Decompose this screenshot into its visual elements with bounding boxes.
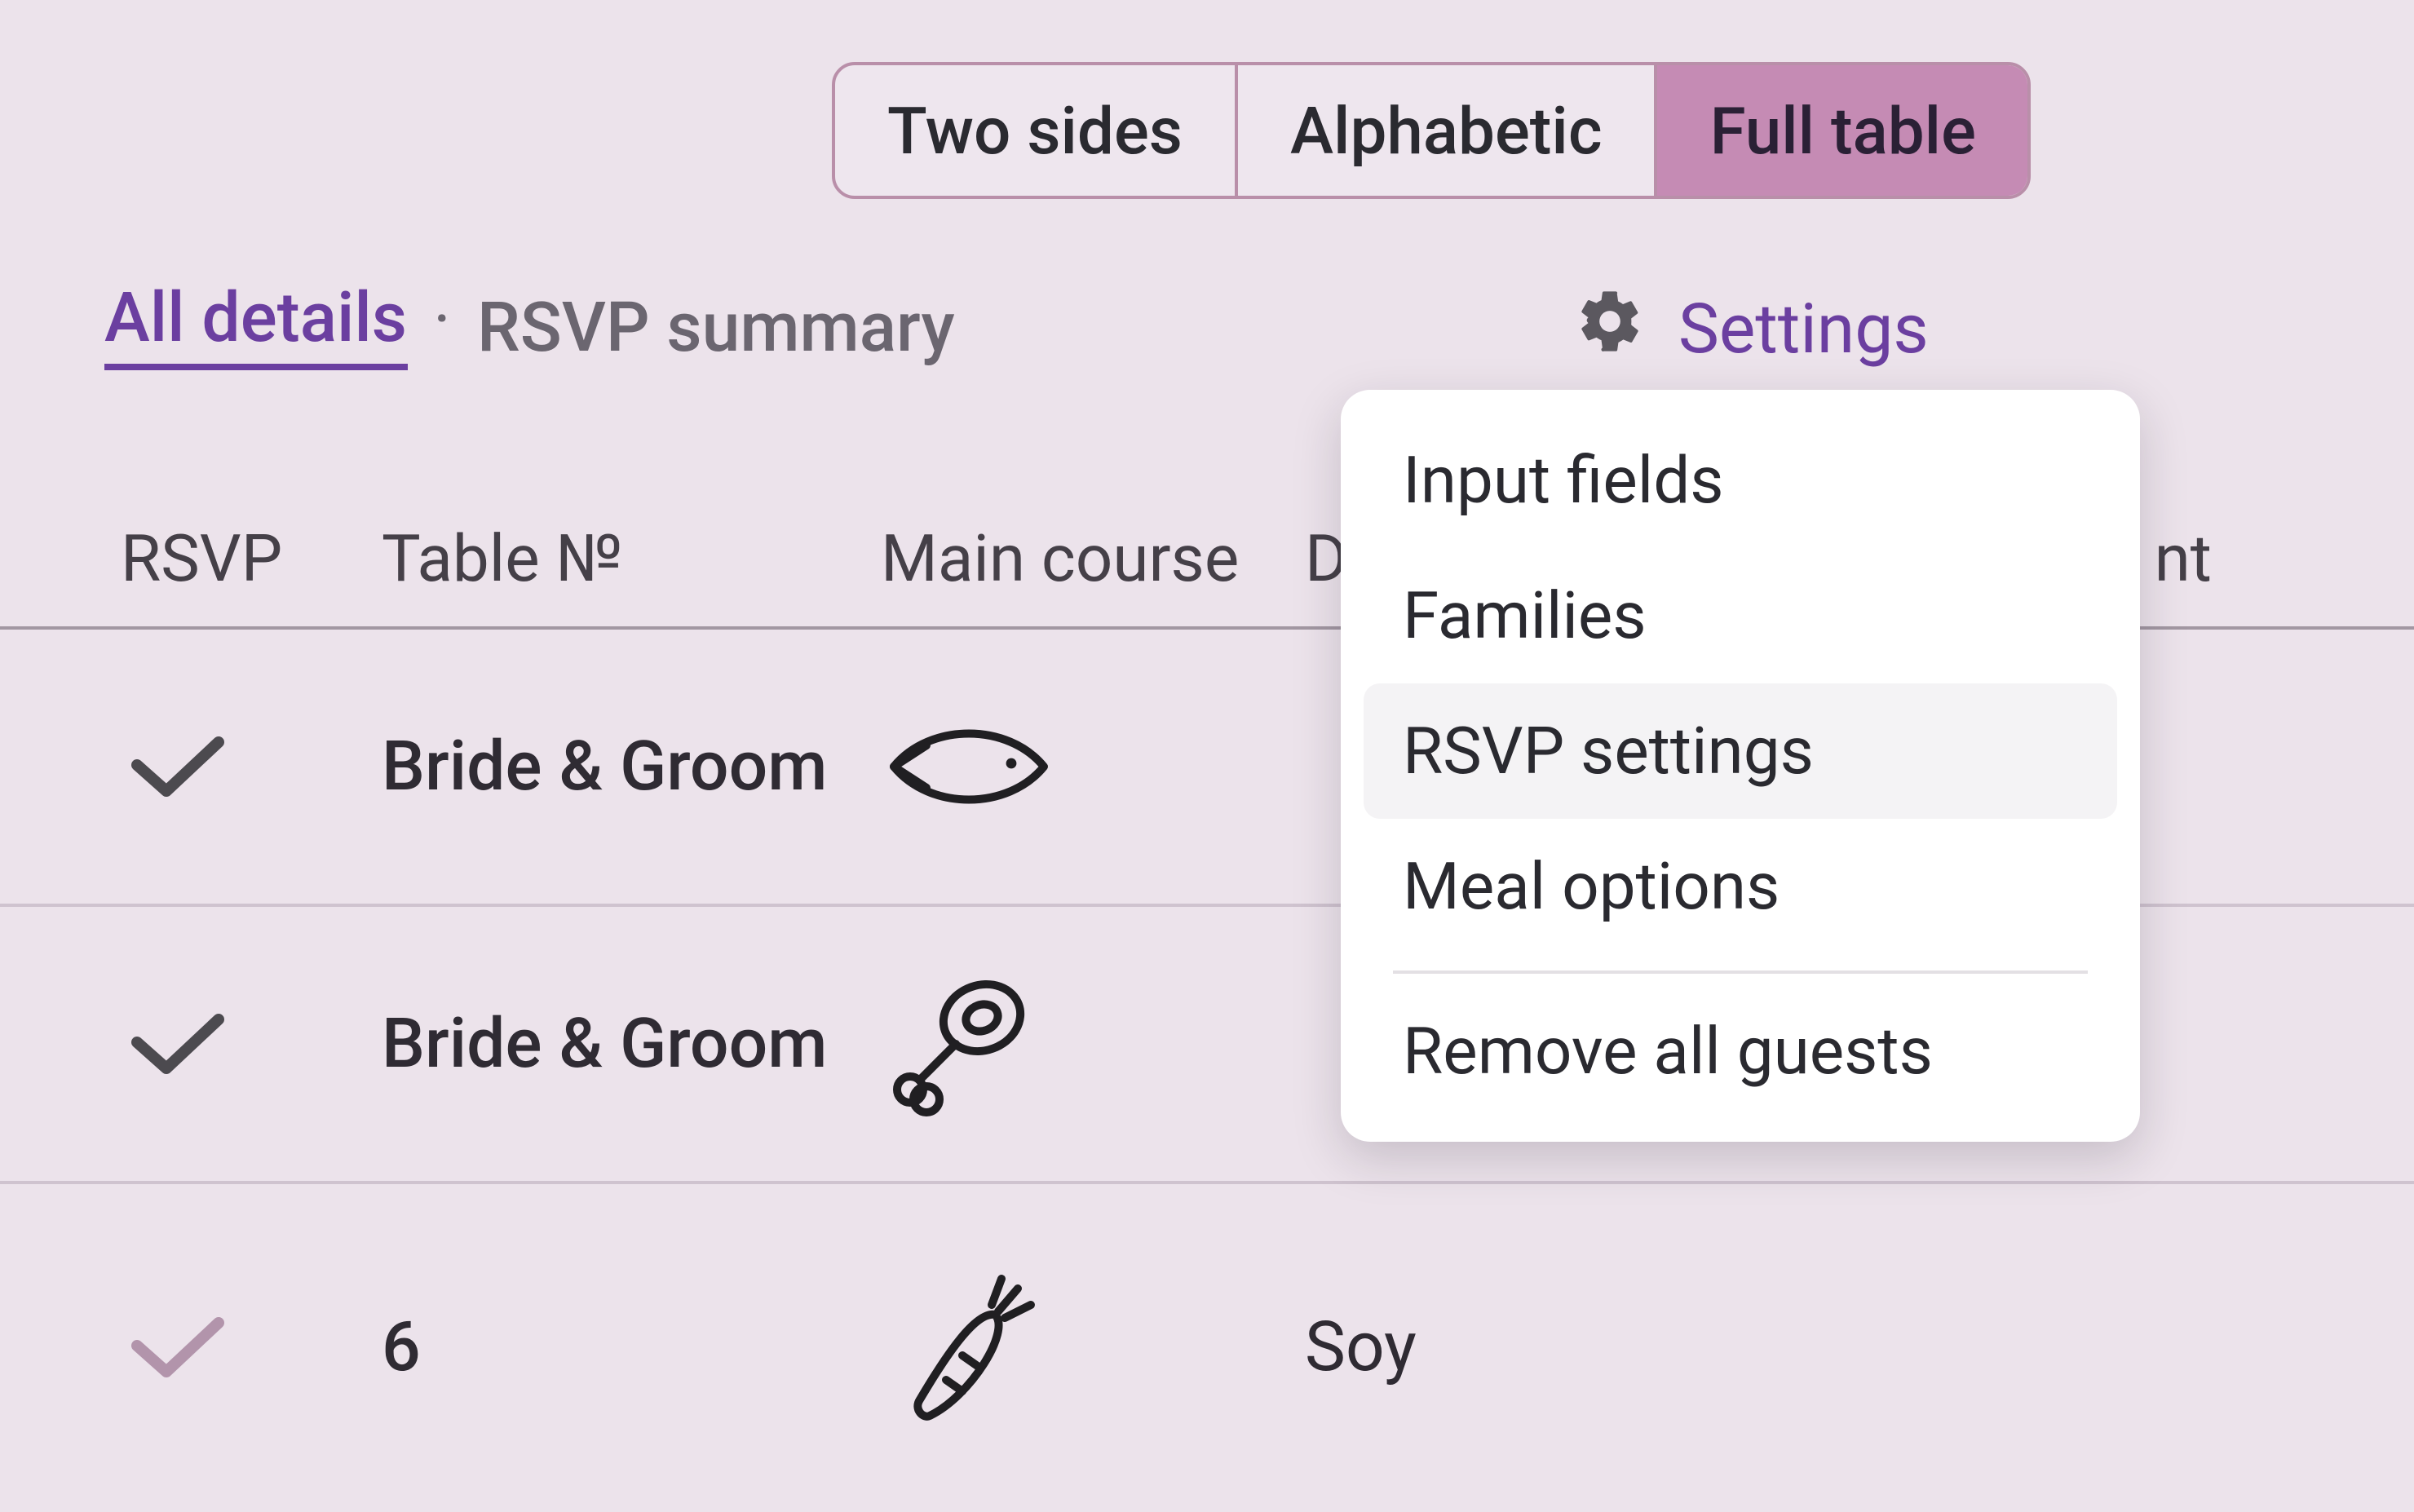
cell-rsvp [121,723,382,811]
settings-menu: Input fields Families RSVP settings Meal… [1341,390,2140,1142]
settings-button[interactable]: Settings [1574,285,1929,375]
table-row[interactable]: 6 Soy [0,1184,2414,1510]
menu-item-meal-options[interactable]: Meal options [1364,819,2117,954]
cell-rsvp [121,1303,382,1391]
meat-icon [881,962,1044,1125]
cell-table-no: Bride & Groom [382,1004,881,1084]
link-all-details[interactable]: All details [104,285,407,370]
cell-main-course [881,710,1305,824]
cell-main-course [881,962,1305,1125]
view-segmented-control: Two sides Alphabetic Full table [832,62,2032,199]
gear-icon [1574,285,1646,375]
check-icon [121,1000,235,1088]
fish-icon [881,710,1060,824]
th-main-course: Main course [881,519,1305,596]
menu-separator [1393,970,2088,974]
th-table-no: Table № [382,519,881,596]
seg-two-sides[interactable]: Two sides [835,65,1235,196]
settings-label: Settings [1678,290,1929,370]
cell-rsvp [121,1000,382,1088]
check-icon [121,723,235,811]
seg-alphabetic[interactable]: Alphabetic [1235,65,1655,196]
th-rsvp: RSVP [121,519,382,596]
link-rsvp-summary[interactable]: RSVP summary [477,288,955,368]
check-icon [121,1303,235,1391]
subnav-separator: · [433,287,451,356]
seg-full-table[interactable]: Full table [1655,65,2028,196]
carrot-icon [881,1266,1044,1429]
cell-d: Soy [1305,1307,2414,1387]
cell-table-no: Bride & Groom [382,727,881,807]
menu-item-rsvp-settings[interactable]: RSVP settings [1364,683,2117,819]
subnav: All details · RSVP summary [104,285,2414,370]
menu-item-input-fields[interactable]: Input fields [1364,413,2117,548]
cell-main-course [881,1266,1305,1429]
menu-item-families[interactable]: Families [1364,548,2117,683]
menu-item-remove-all-guests[interactable]: Remove all guests [1364,984,2117,1119]
cell-table-no: 6 [382,1307,881,1387]
